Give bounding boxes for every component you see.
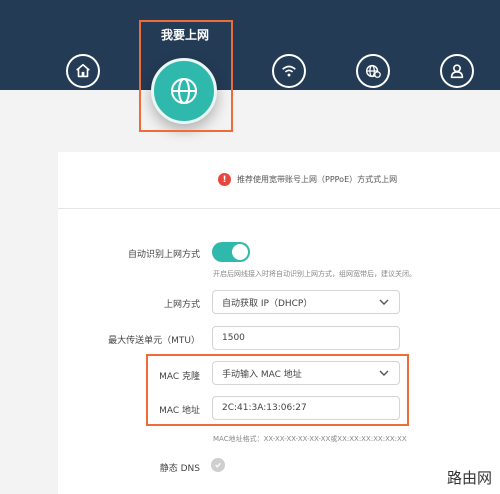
mac-address-value: 2C:41:3A:13:06:27 — [222, 403, 307, 413]
wifi-nav-button[interactable] — [272, 54, 306, 88]
mac-address-input[interactable]: 2C:41:3A:13:06:27 — [212, 396, 400, 420]
connection-type-value: 自动获取 IP（DHCP） — [222, 298, 313, 309]
chevron-down-icon — [379, 370, 389, 376]
static-dns-label: 静态 DNS — [159, 464, 200, 474]
network-settings-icon — [365, 64, 381, 78]
connection-type-select[interactable]: 自动获取 IP（DHCP） — [212, 290, 400, 314]
mac-format-hint: MAC地址格式：XX-XX-XX-XX-XX-XX或XX:XX:XX:XX:XX… — [213, 435, 407, 443]
chevron-down-icon — [379, 299, 389, 305]
home-icon — [76, 63, 90, 78]
watermark-text: 路由网 — [446, 469, 492, 487]
mac-clone-label: MAC 克隆 — [159, 372, 200, 382]
mac-address-label: MAC 地址 — [159, 406, 200, 416]
account-nav-button[interactable] — [440, 54, 474, 88]
mac-clone-value: 手动输入 MAC 地址 — [222, 369, 302, 380]
warning-icon: ! — [218, 173, 231, 186]
home-nav-button[interactable] — [66, 54, 100, 88]
nav-highlight-box — [139, 20, 233, 132]
mtu-value: 1500 — [222, 333, 245, 343]
notice-banner: ! 推荐使用宽带账号上网（PPPoE）方式式上网 — [218, 173, 397, 186]
wifi-icon — [282, 65, 296, 77]
auto-detect-label: 自动识别上网方式 — [127, 250, 200, 260]
mtu-input[interactable]: 1500 — [212, 326, 400, 350]
static-dns-checkbox[interactable] — [211, 458, 225, 472]
panel-divider — [58, 208, 500, 209]
connection-type-label: 上网方式 — [163, 300, 200, 310]
auto-detect-hint: 开启后网线接入时将自动识别上网方式，组网宽带后，建议关闭。 — [213, 270, 416, 278]
auto-detect-toggle[interactable] — [212, 242, 250, 262]
user-icon — [450, 64, 464, 79]
mtu-label: 最大传送单元（MTU） — [108, 336, 200, 346]
network-settings-nav-button[interactable] — [356, 54, 390, 88]
notice-text: 推荐使用宽带账号上网（PPPoE）方式式上网 — [237, 175, 398, 184]
check-icon — [215, 462, 221, 468]
mac-clone-select[interactable]: 手动输入 MAC 地址 — [212, 361, 400, 385]
